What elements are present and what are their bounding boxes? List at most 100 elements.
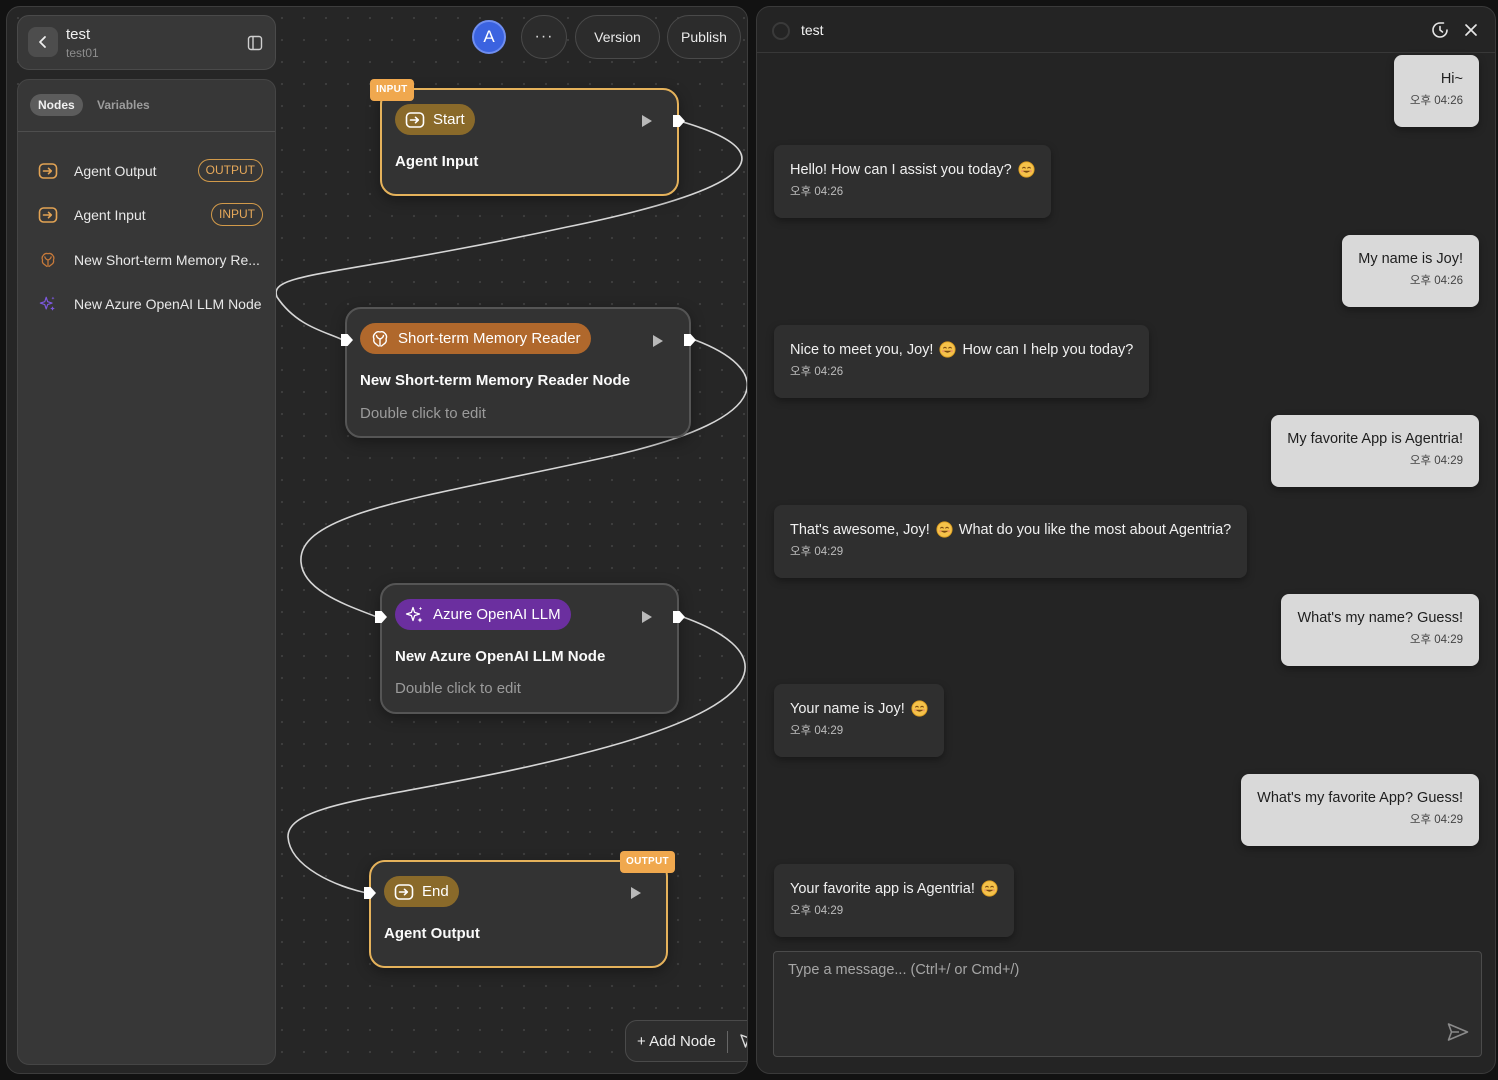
- message-time: 오후 04:29: [1409, 814, 1463, 826]
- pointer-icon[interactable]: [739, 1033, 748, 1049]
- node-hint: Double click to edit: [360, 405, 486, 422]
- message-composer: [773, 951, 1482, 1057]
- message-time: 오후 04:29: [790, 546, 844, 558]
- project-name: test: [66, 26, 91, 43]
- version-button[interactable]: Version: [575, 15, 660, 59]
- input-tag: INPUT: [370, 79, 414, 101]
- arrow-box-icon: [405, 111, 425, 129]
- play-icon[interactable]: [630, 886, 642, 900]
- brain-icon: [38, 251, 58, 269]
- message-text: Hi~: [1440, 71, 1463, 87]
- azure-llm-node[interactable]: Azure OpenAI LLM New Azure OpenAI LLM No…: [380, 583, 679, 714]
- divider: [727, 1031, 728, 1053]
- node-hint: Double click to edit: [395, 680, 521, 697]
- tab-variables[interactable]: Variables: [89, 94, 158, 116]
- sidebar-item-label: New Azure OpenAI LLM Node: [74, 296, 262, 312]
- message-text: What's my favorite App? Guess!: [1257, 790, 1463, 806]
- output-tag: OUTPUT: [620, 851, 675, 873]
- smile-emoji-icon: [939, 341, 956, 358]
- more-options-button[interactable]: ···: [521, 15, 567, 59]
- node-title: New Short-term Memory Reader Node: [360, 372, 631, 389]
- user-message: What's my name? Guess! 오후 04:29: [1281, 594, 1479, 666]
- bot-message: Nice to meet you, Joy! How can I help you…: [774, 325, 1150, 398]
- message-text: Your name is Joy!: [790, 700, 928, 717]
- message-text: My favorite App is Agentria!: [1287, 431, 1463, 447]
- workflow-canvas[interactable]: test test01 Nodes Variables Agent Output…: [6, 6, 748, 1074]
- play-icon[interactable]: [652, 334, 664, 348]
- llm-chip-label: Azure OpenAI LLM: [433, 606, 561, 623]
- llm-chip: Azure OpenAI LLM: [395, 599, 571, 630]
- bot-message: Your name is Joy! 오후 04:29: [774, 684, 944, 757]
- panel-tabs: Nodes Variables: [18, 80, 275, 132]
- user-message: My favorite App is Agentria! 오후 04:29: [1271, 415, 1479, 487]
- start-chip: Start: [395, 104, 475, 135]
- message-time: 오후 04:26: [1409, 275, 1463, 287]
- sparkle-icon: [405, 605, 425, 625]
- memory-chip: Short-term Memory Reader: [360, 323, 591, 354]
- message-text: My name is Joy!: [1358, 251, 1463, 267]
- user-avatar[interactable]: A: [472, 20, 506, 54]
- smile-emoji-icon: [911, 700, 928, 717]
- smile-emoji-icon: [1018, 161, 1035, 178]
- message-input[interactable]: [774, 952, 1481, 1056]
- smile-emoji-icon: [981, 880, 998, 897]
- sidebar-item-azure-llm[interactable]: New Azure OpenAI LLM Node: [18, 287, 275, 321]
- chevron-left-icon: [39, 36, 46, 48]
- sidebar-toggle-icon[interactable]: [247, 35, 263, 51]
- add-node-bar: + Add Node: [625, 1020, 748, 1062]
- node-title: New Azure OpenAI LLM Node: [395, 648, 606, 665]
- bot-message: Hello! How can I assist you today? 오후 04…: [774, 145, 1051, 218]
- add-node-button[interactable]: + Add Node: [637, 1033, 716, 1050]
- message-text: Nice to meet you, Joy! How can I help you…: [790, 341, 1134, 358]
- play-icon[interactable]: [641, 114, 653, 128]
- memory-reader-node[interactable]: Short-term Memory Reader New Short-term …: [345, 307, 691, 438]
- play-icon[interactable]: [641, 610, 653, 624]
- end-chip-label: End: [422, 883, 449, 900]
- user-message: Hi~ 오후 04:26: [1393, 55, 1479, 127]
- start-node[interactable]: Start Agent Input: [380, 88, 679, 196]
- project-subtitle: test01: [66, 46, 99, 60]
- message-time: 오후 04:26: [790, 366, 844, 378]
- sparkle-icon: [38, 295, 58, 313]
- brain-icon: [370, 329, 390, 349]
- arrow-box-icon: [38, 162, 58, 180]
- smile-emoji-icon: [936, 521, 953, 538]
- sidebar-item-memory-reader[interactable]: New Short-term Memory Re...: [18, 243, 275, 277]
- node-title: Agent Output: [384, 925, 480, 942]
- chat-header: test: [757, 7, 1495, 53]
- arrow-box-icon: [394, 883, 414, 901]
- history-icon[interactable]: [1430, 20, 1450, 40]
- project-header: test test01: [17, 15, 276, 70]
- message-text: Hello! How can I assist you today?: [790, 161, 1035, 178]
- node-title: Agent Input: [395, 153, 479, 170]
- end-node[interactable]: End Agent Output: [369, 860, 668, 968]
- message-time: 오후 04:29: [1409, 634, 1463, 646]
- tab-nodes[interactable]: Nodes: [30, 94, 83, 116]
- bot-message: That's awesome, Joy! What do you like the…: [774, 505, 1248, 578]
- message-text: What's my name? Guess!: [1297, 610, 1463, 626]
- message-time: 오후 04:26: [1409, 95, 1463, 107]
- publish-button[interactable]: Publish: [667, 15, 741, 59]
- message-time: 오후 04:29: [790, 905, 844, 917]
- close-icon[interactable]: [1463, 22, 1479, 38]
- send-icon[interactable]: [1447, 1022, 1469, 1042]
- message-time: 오후 04:26: [790, 186, 844, 198]
- message-text: That's awesome, Joy! What do you like the…: [790, 521, 1232, 538]
- sidebar-item-label: Agent Output: [74, 163, 157, 179]
- sidebar-item-label: Agent Input: [74, 207, 146, 223]
- end-chip: End: [384, 876, 459, 907]
- message-text: Your favorite app is Agentria!: [790, 880, 998, 897]
- back-button[interactable]: [28, 27, 58, 57]
- input-badge: INPUT: [211, 203, 263, 226]
- user-message: My name is Joy! 오후 04:26: [1342, 235, 1479, 307]
- memory-chip-label: Short-term Memory Reader: [398, 330, 581, 347]
- chat-panel: test Hi~ 오후 04:26 Hello! How can I assis…: [756, 6, 1496, 1074]
- sidebar-item-agent-output[interactable]: Agent Output OUTPUT: [18, 154, 275, 188]
- message-time: 오후 04:29: [1409, 455, 1463, 467]
- agent-logo-icon: [772, 22, 790, 40]
- chat-title: test: [801, 22, 824, 38]
- node-library-panel: Nodes Variables Agent Output OUTPUT Agen…: [17, 79, 276, 1065]
- sidebar-item-agent-input[interactable]: Agent Input INPUT: [18, 198, 275, 232]
- arrow-box-icon: [38, 206, 58, 224]
- message-time: 오후 04:29: [790, 725, 844, 737]
